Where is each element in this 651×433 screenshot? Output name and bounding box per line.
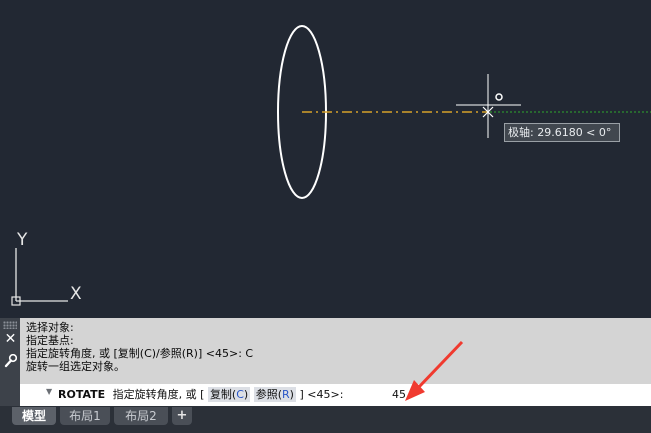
option-copy-button[interactable]: 复制(C) [207,387,251,402]
history-line: 旋转一组选定对象。 [26,360,125,373]
history-line: 选择对象: [26,321,74,334]
layout-tab-bar: 模型 布局1 布局2 + [0,406,651,433]
drawing-svg[interactable]: Y X [0,0,651,318]
chevron-down-icon[interactable]: ▼ [46,387,52,396]
ucs-y-label: Y [16,230,28,250]
prompt-text: 指定旋转角度, 或 [ [112,388,205,401]
ucs-x-label: X [70,284,82,304]
command-sidebar: ✕ [0,318,20,406]
close-icon[interactable]: ✕ [4,332,17,346]
default-value-text: ] <45>: [299,388,344,401]
option-reference-button[interactable]: 参照(R) [253,387,296,402]
command-name: ROTATE [58,388,106,401]
command-history: 选择对象: 指定基点: 指定旋转角度, 或 [复制(C)/参照(R)] <45>… [26,321,626,373]
command-input-value[interactable]: 45 [392,384,406,406]
polar-tooltip: 极轴: 29.6180 < 0° [504,123,620,142]
command-prompt: ROTATE 指定旋转角度, 或 [ 复制(C) 参照(R) ] <45>: [58,384,343,406]
history-line: 指定旋转角度, 或 [复制(C)/参照(R)] <45>: C [26,347,254,360]
tab-model[interactable]: 模型 [12,407,56,425]
tab-layout1[interactable]: 布局1 [60,407,110,425]
drawing-canvas[interactable]: Y X 极轴: 29.6180 < 0° [0,0,651,318]
command-input[interactable]: ▼ ROTATE 指定旋转角度, 或 [ 复制(C) 参照(R) ] <45>:… [20,384,651,406]
tab-layout2[interactable]: 布局2 [114,407,168,425]
wrench-icon[interactable] [4,354,17,368]
command-panel: ✕ 选择对象: 指定基点: 指定旋转角度, 或 [复制(C)/参照(R)] <4… [0,318,651,406]
ucs-icon: Y X [11,230,82,306]
grip-handle-icon[interactable] [3,321,17,329]
history-line: 指定基点: [26,334,74,347]
add-layout-button[interactable]: + [172,407,192,425]
snap-marker-icon [495,93,503,101]
